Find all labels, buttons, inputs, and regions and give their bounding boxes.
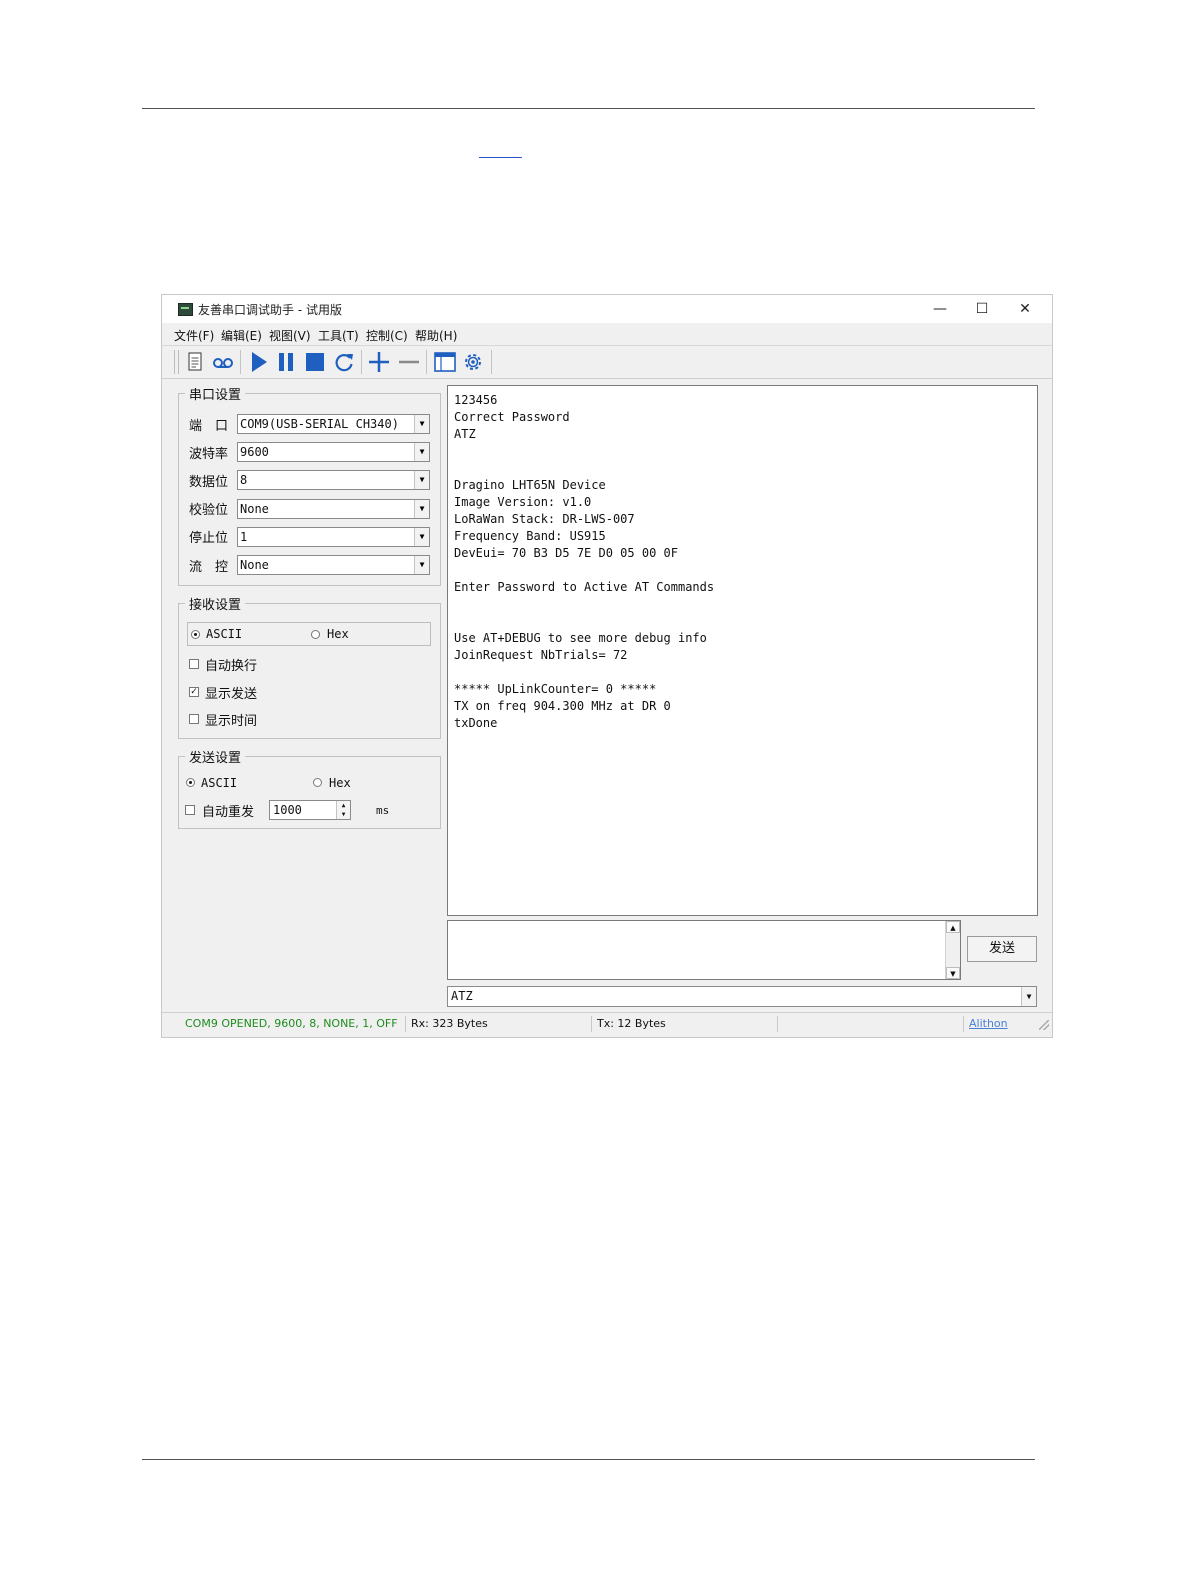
serial-debug-window: 友善串口调试助手 - 试用版 — ☐ ✕ 文件(F) 编辑(E) 视图(V) 工… [161, 294, 1053, 1038]
send-scrollbar[interactable]: ▲ ▼ [945, 921, 960, 979]
flow-select[interactable]: None ▼ [237, 555, 430, 575]
record-icon[interactable] [211, 351, 235, 373]
send-history-value: ATZ [451, 989, 473, 1003]
hyperlink-underline[interactable] [479, 157, 522, 158]
databits-label: 数据位 [189, 475, 229, 490]
toolbar-separator [240, 350, 241, 374]
send-history-select[interactable]: ATZ ▼ [447, 986, 1037, 1007]
toolbar-separator [426, 350, 427, 374]
baud-label: 波特率 [189, 447, 229, 462]
close-button[interactable]: ✕ [1004, 297, 1046, 321]
send-hex-radio[interactable] [313, 778, 322, 787]
window-title: 友善串口调试助手 - 试用版 [198, 303, 342, 317]
chevron-down-icon[interactable]: ▼ [1021, 987, 1036, 1006]
app-icon [178, 303, 193, 316]
resend-interval-input[interactable]: 1000 ▲ ▼ [269, 800, 351, 820]
show-send-label: 显示发送 [205, 687, 258, 702]
status-bar: COM9 OPENED, 9600, 8, NONE, 1, OFF Rx: 3… [162, 1012, 1052, 1035]
port-select[interactable]: COM9(USB-SERIAL CH340) ▼ [237, 414, 430, 434]
menu-view[interactable]: 视图(V) [269, 327, 311, 344]
parity-select[interactable]: None ▼ [237, 499, 430, 519]
toolbar-separator [361, 350, 362, 374]
send-ascii-label: ASCII [201, 776, 238, 790]
remove-icon[interactable] [397, 351, 421, 373]
send-ascii-radio[interactable] [186, 778, 195, 787]
port-value: COM9(USB-SERIAL CH340) [240, 417, 399, 431]
chevron-down-icon[interactable]: ▼ [414, 556, 429, 574]
status-tx: Tx: 12 Bytes [592, 1016, 778, 1032]
minimize-button[interactable]: — [919, 297, 961, 321]
flow-value: None [240, 558, 269, 572]
chevron-down-icon[interactable]: ▼ [414, 528, 429, 546]
baud-select[interactable]: 9600 ▼ [237, 442, 430, 462]
stopbits-select[interactable]: 1 ▼ [237, 527, 430, 547]
toolbar-grip[interactable] [174, 350, 179, 374]
stopbits-value: 1 [240, 530, 248, 544]
menu-help[interactable]: 帮助(H) [415, 327, 457, 344]
auto-newline-label: 自动换行 [205, 659, 258, 674]
toolbar [162, 345, 1052, 379]
receive-hex-radio[interactable] [311, 630, 320, 639]
baud-value: 9600 [240, 445, 269, 459]
serial-settings-legend: 串口设置 [189, 388, 242, 403]
page-bottom-rule [142, 1459, 1035, 1460]
title-bar: 友善串口调试助手 - 试用版 — ☐ ✕ [162, 295, 1052, 323]
stop-icon[interactable] [304, 351, 328, 373]
send-hex-label: Hex [329, 776, 351, 790]
menu-tools[interactable]: 工具(T) [318, 327, 359, 344]
chevron-down-icon[interactable]: ▼ [414, 443, 429, 461]
new-document-icon[interactable] [183, 351, 207, 373]
scroll-down-icon[interactable]: ▼ [946, 967, 960, 979]
interval-unit-label: ms [376, 804, 390, 817]
menu-file[interactable]: 文件(F) [174, 327, 214, 344]
show-time-checkbox[interactable] [189, 714, 199, 724]
scroll-up-icon[interactable]: ▲ [946, 921, 960, 933]
maximize-button[interactable]: ☐ [961, 297, 1003, 321]
auto-resend-label: 自动重发 [202, 805, 255, 820]
spin-arrows-icon[interactable]: ▲ ▼ [336, 801, 350, 819]
receive-text: 123456 Correct Password ATZ Dragino LHT6… [454, 393, 715, 730]
databits-select[interactable]: 8 ▼ [237, 470, 430, 490]
receive-textarea[interactable]: 123456 Correct Password ATZ Dragino LHT6… [447, 385, 1038, 916]
databits-value: 8 [240, 473, 248, 487]
parity-value: None [240, 502, 269, 516]
flow-label: 流 控 [189, 560, 229, 575]
receive-settings-legend: 接收设置 [189, 598, 242, 613]
send-textarea[interactable]: ▲ ▼ [447, 920, 961, 980]
show-time-label: 显示时间 [205, 714, 258, 729]
receive-hex-label: Hex [327, 627, 349, 641]
add-icon[interactable] [367, 351, 391, 373]
play-icon[interactable] [247, 351, 271, 373]
refresh-icon[interactable] [333, 351, 357, 373]
chevron-down-icon[interactable]: ▼ [414, 471, 429, 489]
menu-control[interactable]: 控制(C) [366, 327, 408, 344]
toolbar-separator [491, 350, 492, 374]
menu-edit[interactable]: 编辑(E) [221, 327, 262, 344]
show-send-checkbox[interactable]: ✓ [189, 687, 199, 697]
status-rx: Rx: 323 Bytes [406, 1016, 592, 1032]
page-top-rule [142, 108, 1035, 109]
menu-bar: 文件(F) 编辑(E) 视图(V) 工具(T) 控制(C) 帮助(H) [162, 324, 1052, 344]
receive-ascii-radio[interactable] [191, 630, 200, 639]
window-icon[interactable] [433, 351, 457, 373]
status-connection: COM9 OPENED, 9600, 8, NONE, 1, OFF [180, 1016, 406, 1032]
chevron-down-icon[interactable]: ▼ [414, 415, 429, 433]
status-brand-link[interactable]: Alithon [964, 1016, 1028, 1032]
chevron-down-icon[interactable]: ▼ [414, 500, 429, 518]
parity-label: 校验位 [189, 503, 229, 518]
send-settings-legend: 发送设置 [189, 751, 242, 766]
resize-grip-icon[interactable] [1039, 1020, 1049, 1030]
settings-icon[interactable] [461, 351, 485, 373]
status-empty [778, 1016, 964, 1032]
port-label: 端 口 [189, 419, 229, 434]
send-button[interactable]: 发送 [967, 936, 1037, 962]
pause-icon[interactable] [275, 351, 299, 373]
receive-ascii-label: ASCII [206, 627, 243, 641]
auto-resend-checkbox[interactable] [185, 805, 195, 815]
resend-interval-value: 1000 [273, 803, 302, 817]
stopbits-label: 停止位 [189, 531, 229, 546]
auto-newline-checkbox[interactable] [189, 659, 199, 669]
